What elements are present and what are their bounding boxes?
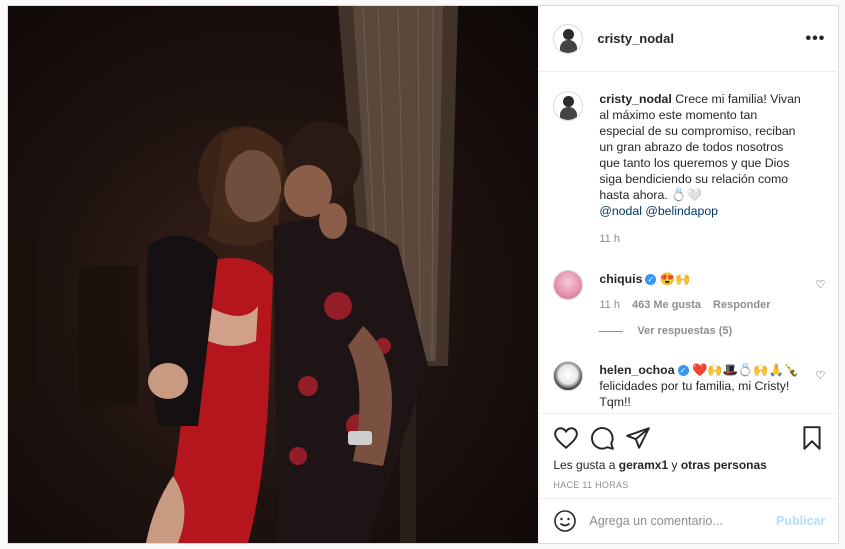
- commenter-avatar[interactable]: [553, 270, 584, 300]
- replies-divider: [599, 330, 624, 332]
- caption-avatar[interactable]: [553, 91, 584, 121]
- action-icons: [553, 422, 825, 454]
- action-bar: Les gusta a geramx1 y otras personas HAC…: [539, 413, 840, 498]
- comment-text: 😍🙌: [659, 272, 691, 286]
- comment-body: chiquis ✓ 😍🙌: [599, 270, 805, 287]
- caption-username[interactable]: cristy_nodal: [599, 92, 671, 106]
- publish-button[interactable]: Publicar: [776, 514, 825, 528]
- comment-username[interactable]: chiquis: [599, 272, 642, 286]
- comment-username[interactable]: helen_ochoa: [599, 363, 674, 377]
- emoji-icon[interactable]: [553, 509, 577, 533]
- bookmark-icon[interactable]: [799, 425, 825, 451]
- comment-item: chiquis ✓ 😍🙌 ♡ 11 h 463 Me gusta Responde…: [553, 270, 825, 337]
- comment-input[interactable]: [589, 514, 770, 528]
- verified-badge-icon: ✓: [677, 365, 689, 376]
- post-header: cristy_nodal •••: [539, 6, 840, 72]
- commenter-avatar[interactable]: [553, 361, 584, 391]
- comment-like-heart-icon[interactable]: ♡: [815, 278, 825, 291]
- comment-like-heart-icon[interactable]: ♡: [815, 369, 825, 382]
- likes-prefix: Les gusta a: [553, 458, 616, 472]
- author-avatar[interactable]: [553, 23, 584, 54]
- caption-body: cristy_nodal Crece mi familia! Vivan al …: [599, 91, 805, 219]
- reply-button[interactable]: Responder: [713, 299, 770, 311]
- caption: cristy_nodal Crece mi familia! Vivan al …: [553, 91, 825, 245]
- comment-likes[interactable]: 463 Me gusta: [632, 299, 701, 311]
- view-replies-label: Ver respuestas (5): [637, 325, 733, 337]
- post-photo[interactable]: [8, 6, 539, 543]
- comments-list: cristy_nodal Crece mi familia! Vivan al …: [539, 73, 839, 413]
- comment-time: 11 h: [599, 299, 620, 311]
- comment-body: helen_ochoa ✓ ❤️🙌🎩💍🙌🙏🍾 felicidades por tu…: [599, 361, 805, 410]
- likes-middle: y: [671, 458, 678, 472]
- caption-time: 11 h: [599, 233, 620, 245]
- share-icon[interactable]: [625, 425, 651, 451]
- comment-icon[interactable]: [589, 425, 615, 451]
- comment-meta: 11 h 463 Me gusta Responder: [599, 299, 825, 311]
- heart-icon[interactable]: [553, 425, 579, 451]
- more-icon[interactable]: •••: [806, 30, 826, 48]
- likes-summary: Les gusta a geramx1 y otras personas: [553, 458, 825, 472]
- caption-tags[interactable]: @nodal @belindapop: [599, 204, 718, 218]
- comment-item: helen_ochoa ✓ ❤️🙌🎩💍🙌🙏🍾 felicidades por tu…: [553, 361, 825, 410]
- author-username[interactable]: cristy_nodal: [597, 31, 674, 46]
- view-replies-button[interactable]: Ver respuestas (5): [599, 325, 825, 337]
- instagram-post: cristy_nodal ••• cristy_nodal Crece mi f…: [7, 5, 840, 544]
- caption-text: Crece mi familia! Vivan al máximo este m…: [599, 92, 801, 202]
- couple-photo-illustration: [8, 6, 458, 543]
- liker-username[interactable]: geramx1: [619, 458, 668, 472]
- post-side-panel: cristy_nodal ••• cristy_nodal Crece mi f…: [538, 6, 840, 543]
- post-timestamp[interactable]: HACE 11 HORAS: [553, 480, 825, 490]
- add-comment-bar: Publicar: [539, 498, 840, 543]
- other-likers-link[interactable]: otras personas: [681, 458, 767, 472]
- verified-badge-icon: ✓: [645, 274, 657, 285]
- caption-meta: 11 h: [599, 233, 825, 245]
